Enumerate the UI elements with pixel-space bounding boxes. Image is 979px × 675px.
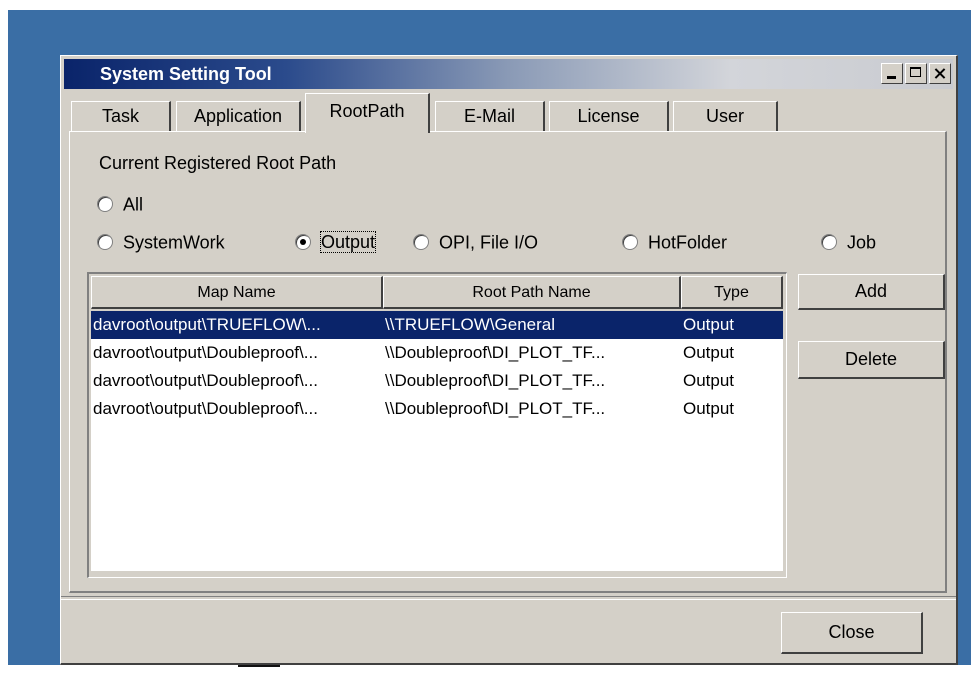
radio-button-icon — [97, 234, 113, 251]
cell-root-path-name: \\TRUEFLOW\General — [385, 315, 556, 334]
radio-button-icon — [97, 196, 113, 213]
radio-output[interactable]: Output — [295, 230, 377, 254]
cell-map-name: davroot\output\TRUEFLOW\... — [93, 315, 321, 334]
radio-button-icon — [821, 234, 837, 251]
close-button[interactable]: Close — [781, 612, 923, 654]
bottom-separator — [61, 596, 956, 600]
cell-root-path-name: \\Doubleproof\DI_PLOT_TF... — [385, 371, 606, 390]
radio-label: Job — [847, 232, 877, 253]
maximize-icon[interactable] — [905, 63, 927, 84]
radio-label: SystemWork — [123, 232, 225, 253]
table-row[interactable]: davroot\output\Doubleproof\... \\Doublep… — [91, 367, 783, 395]
cell-map-name: davroot\output\Doubleproof\... — [93, 343, 318, 362]
title-bar[interactable]: System Setting Tool — [64, 59, 953, 89]
section-label: Current Registered Root Path — [99, 153, 337, 173]
column-header-map-name[interactable]: Map Name — [91, 276, 383, 309]
table-row[interactable]: davroot\output\Doubleproof\... \\Doublep… — [91, 339, 783, 367]
cell-root-path-name: \\Doubleproof\DI_PLOT_TF... — [385, 343, 606, 362]
radio-selected-icon — [295, 234, 311, 251]
cell-root-path-name: \\Doubleproof\DI_PLOT_TF... — [385, 399, 606, 418]
radio-label: HotFolder — [648, 232, 728, 253]
radio-all[interactable]: All — [97, 192, 143, 214]
close-icon[interactable] — [929, 63, 951, 84]
tab-rootpath[interactable]: RootPath — [305, 93, 430, 133]
cell-map-name: davroot\output\Doubleproof\... — [93, 371, 318, 390]
add-button[interactable]: Add — [798, 274, 945, 310]
radio-label: OPI, File I/O — [439, 232, 539, 253]
radio-label: All — [123, 194, 144, 215]
root-path-table: Map Name Root Path Name Type davroot\out… — [87, 272, 787, 578]
radio-hotfolder[interactable]: HotFolder — [622, 230, 727, 252]
cell-type: Output — [683, 371, 735, 390]
delete-button[interactable]: Delete — [798, 341, 945, 379]
column-header-root-path-name[interactable]: Root Path Name — [383, 276, 681, 309]
tab-email[interactable]: E-Mail — [435, 101, 545, 131]
table-row[interactable]: davroot\output\Doubleproof\... \\Doublep… — [91, 395, 783, 423]
tab-license[interactable]: License — [549, 101, 669, 131]
cell-type: Output — [683, 315, 735, 334]
radio-label: Output — [319, 231, 377, 254]
tab-user[interactable]: User — [673, 101, 778, 131]
cell-type: Output — [683, 399, 735, 418]
cell-map-name: davroot\output\Doubleproof\... — [93, 399, 318, 418]
window-title: System Setting Tool — [100, 64, 272, 84]
cell-type: Output — [683, 343, 735, 362]
radio-button-icon — [413, 234, 429, 251]
radio-job[interactable]: Job — [821, 230, 876, 252]
column-header-type[interactable]: Type — [681, 276, 783, 309]
radio-button-icon — [622, 234, 638, 251]
tab-task[interactable]: Task — [71, 101, 171, 131]
tab-application[interactable]: Application — [176, 101, 301, 131]
radio-opi-file-io[interactable]: OPI, File I/O — [413, 230, 538, 252]
minimize-icon[interactable] — [881, 63, 903, 84]
radio-systemwork[interactable]: SystemWork — [97, 230, 225, 252]
table-row[interactable]: davroot\output\TRUEFLOW\... \\TRUEFLOW\G… — [91, 311, 783, 339]
system-setting-window: System Setting Tool Task Application Roo… — [60, 55, 958, 665]
table-body: davroot\output\TRUEFLOW\... \\TRUEFLOW\G… — [91, 311, 783, 571]
